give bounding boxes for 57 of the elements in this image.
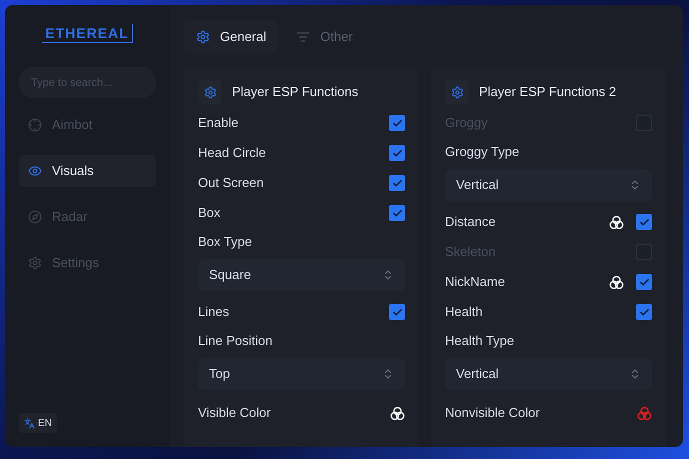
option-label: Distance [445,213,497,232]
chevrons-icon [629,179,641,191]
option-label: Lines [198,303,230,322]
chevrons-icon [382,269,394,281]
option-label: Nonvisible Color [445,404,541,422]
check-icon [638,306,650,318]
checkbox[interactable] [636,304,652,320]
dropdown-select[interactable]: Vertical [445,358,652,390]
dropdown-select[interactable]: Vertical [445,169,652,201]
option-label: Groggy Type [445,143,520,162]
settings-icon [28,256,42,270]
checkbox[interactable] [389,304,405,320]
filter-icon [296,30,310,44]
option-label: Box Type [198,233,252,252]
settings-icon [204,86,216,98]
chevrons-icon [382,368,394,380]
checkbox[interactable] [389,145,405,161]
check-icon [392,148,402,158]
option-label: Enable [198,114,240,132]
option-label: Box [198,204,222,222]
dropdown-select[interactable]: Top [198,358,405,390]
color-picker-icon[interactable] [637,406,652,420]
crosshair-icon [28,118,42,132]
option-label: Head Circle [198,144,267,162]
eye-icon [28,164,42,178]
check-icon [392,208,402,218]
logo: ETHEREAL [42,24,133,43]
check-icon [392,178,402,188]
checkbox[interactable] [389,205,405,221]
check-icon [638,276,650,288]
option-label: Health [445,303,484,322]
check-icon [638,216,650,228]
checkbox[interactable] [636,274,652,290]
compass-icon [28,210,42,224]
dropdown-select[interactable]: Square [198,259,405,291]
panel-title: Player ESP Functions [232,83,358,102]
checkbox[interactable] [389,175,405,191]
chevrons-icon [629,368,641,380]
settings-icon [196,30,210,44]
language-button[interactable]: EN [19,413,57,433]
color-picker-icon[interactable] [390,406,405,420]
check-icon [392,118,402,128]
option-label: Line Position [198,332,272,350]
checkbox[interactable] [389,115,405,131]
translate-icon [24,418,35,428]
tab[interactable]: General [184,20,278,53]
color-picker-icon[interactable] [609,214,624,230]
option-label: NickName [445,273,506,292]
color-picker-icon[interactable] [609,274,624,290]
nav-item[interactable]: Visuals [19,155,156,187]
option-label: Out Screen [198,174,265,192]
option-label: Visible Color [198,404,272,422]
settings-icon [450,86,464,98]
panel-title: Player ESP Functions 2 [479,83,616,102]
check-icon [392,306,402,318]
option-label: Health Type [445,332,514,350]
checkbox[interactable] [636,214,652,230]
